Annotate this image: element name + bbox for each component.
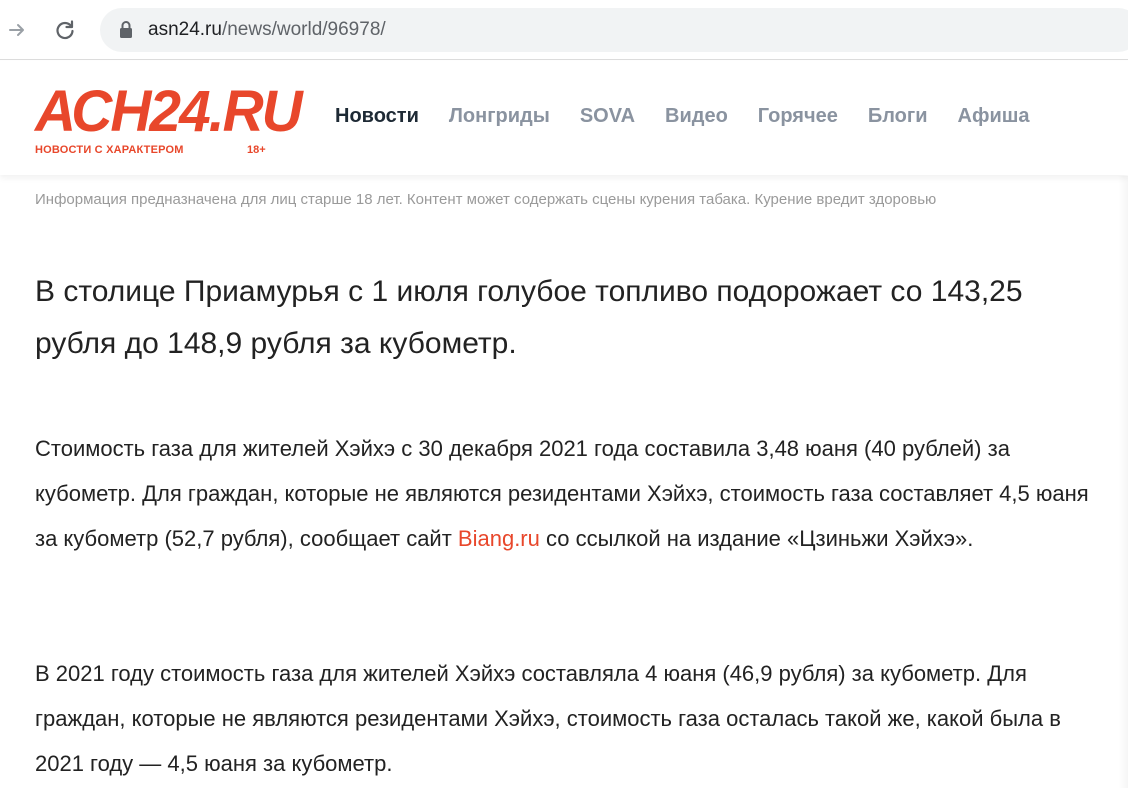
site-logo[interactable]: АСН24.RU НОВОСТИ С ХАРАКТЕРОМ 18+	[35, 79, 306, 157]
menu-item-sova[interactable]: SOVA	[580, 105, 635, 128]
url-text[interactable]: asn24.ru/news/world/96978/	[148, 19, 386, 41]
forward-arrow-icon	[9, 24, 24, 36]
age-disclaimer: Информация предназначена для лиц старше …	[35, 191, 937, 208]
site-header: АСН24.RU НОВОСТИ С ХАРАКТЕРОМ 18+ Новост…	[0, 61, 1128, 175]
main-menu: Новости Лонгриды SOVA Видео Горячее Блог…	[335, 105, 1060, 128]
reload-button[interactable]	[50, 14, 80, 46]
source-link[interactable]: Biang.ru	[458, 526, 540, 551]
sidebar-edge	[1118, 176, 1128, 788]
menu-item-longreads[interactable]: Лонгриды	[449, 105, 550, 128]
lock-icon[interactable]	[118, 20, 134, 40]
age-rating-badge: 18+	[247, 144, 266, 156]
browser-toolbar: asn24.ru/news/world/96978/	[0, 0, 1128, 60]
url-host: asn24.ru	[148, 19, 222, 40]
menu-item-news[interactable]: Новости	[335, 105, 419, 128]
menu-item-afisha[interactable]: Афиша	[958, 105, 1030, 128]
reload-icon	[56, 20, 74, 40]
url-path: /news/world/96978/	[221, 19, 386, 40]
menu-item-hot[interactable]: Горячее	[758, 105, 838, 128]
logo-tagline: НОВОСТИ С ХАРАКТЕРОМ	[35, 144, 184, 156]
article-lead: В столице Приамурья с 1 июля голубое топ…	[35, 275, 1023, 360]
article-paragraph: Стоимость газа для жителей Хэйхэ с 30 де…	[35, 426, 1095, 561]
paragraph-text: со ссылкой на издание «Цзиньжи Хэйхэ».	[539, 526, 974, 551]
forward-button[interactable]	[2, 14, 32, 46]
menu-item-video[interactable]: Видео	[665, 105, 728, 128]
article-paragraph: В 2021 году стоимость газа для жителей Х…	[35, 661, 1061, 776]
logo-wordmark: АСН24.RU	[35, 79, 303, 144]
menu-item-blogs[interactable]: Блоги	[868, 105, 928, 128]
